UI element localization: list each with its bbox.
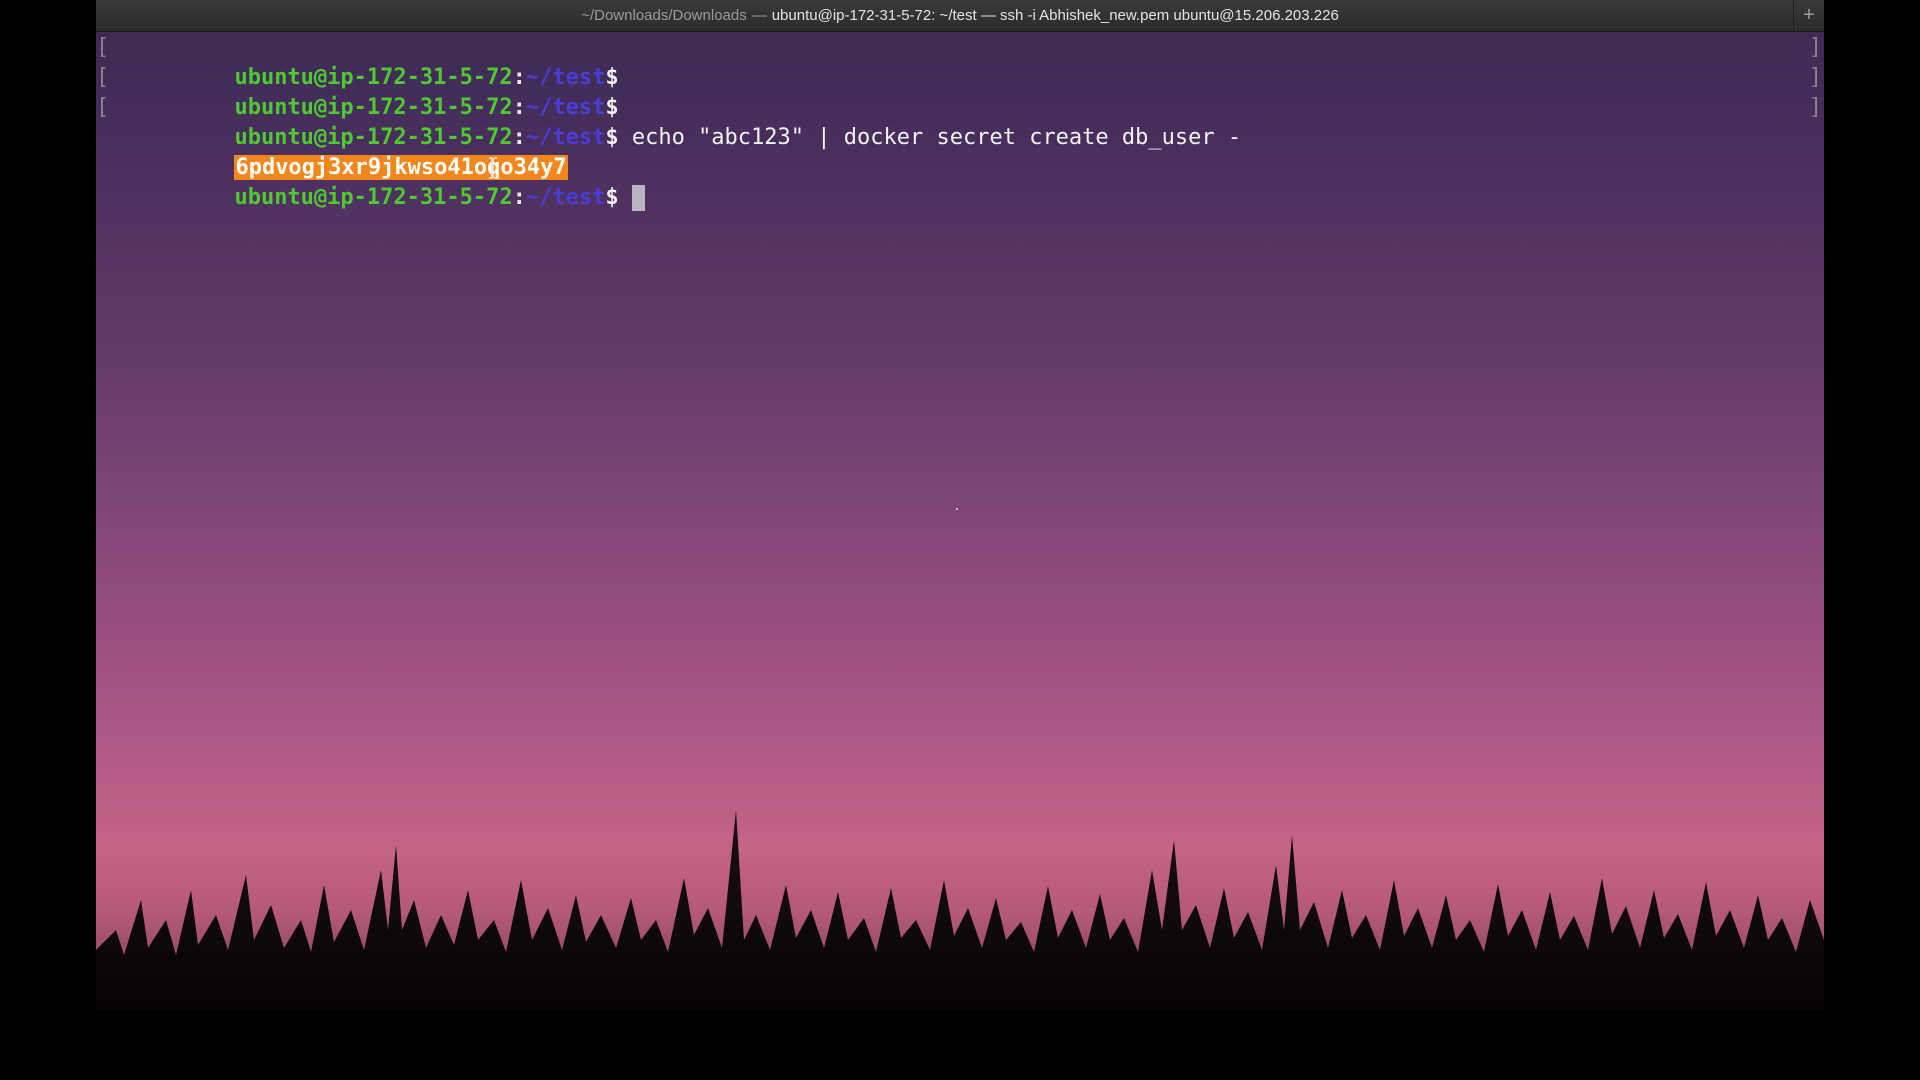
terminal-line-2: [ubuntu@ip-172-31-5-72:~/test$ ] — [96, 63, 1824, 120]
prompt-path: ~/test — [525, 185, 606, 210]
new-tab-button[interactable]: + — [1793, 0, 1824, 31]
prompt-colon: : — [512, 185, 526, 210]
screen: ~/Downloads/Downloads — ubuntu@ip-172-31… — [0, 0, 1920, 1080]
line-mark-left: [ — [96, 95, 110, 120]
line-mark-right: ] — [1808, 35, 1822, 60]
terminal-content[interactable]: [ubuntu@ip-172-31-5-72:~/test$ ] [ubuntu… — [96, 32, 1824, 1080]
ibeam-cursor-icon — [489, 157, 497, 179]
prompt-dollar: $ — [605, 185, 619, 210]
terminal-line-1: [ubuntu@ip-172-31-5-72:~/test$ ] — [96, 33, 1824, 90]
terminal-line-output: 6pdvogj3xr9jkwso41oqo34y7 — [96, 123, 1824, 180]
command-input[interactable] — [619, 185, 632, 210]
grass-silhouette — [96, 810, 1824, 1080]
window-titlebar[interactable]: ~/Downloads/Downloads — ubuntu@ip-172-31… — [96, 0, 1824, 32]
title-separator: — — [751, 7, 767, 24]
line-mark-left: [ — [96, 65, 110, 90]
terminal-lines: [ubuntu@ip-172-31-5-72:~/test$ ] [ubuntu… — [96, 33, 1824, 211]
prompt-user: ubuntu@ip-172-31-5-72 — [234, 185, 513, 210]
terminal-line-3: [ubuntu@ip-172-31-5-72:~/test$ echo "abc… — [96, 93, 1824, 150]
title-directory: ~/Downloads/Downloads — [581, 7, 747, 24]
text-cursor — [631, 185, 645, 211]
title-session: ubuntu@ip-172-31-5-72: ~/test — ssh -i A… — [771, 7, 1339, 24]
plus-icon: + — [1803, 4, 1815, 26]
line-mark-right: ] — [1808, 95, 1822, 120]
star — [956, 508, 958, 510]
terminal-line-active: ubuntu@ip-172-31-5-72:~/test$ — [96, 153, 1824, 211]
line-mark-left: [ — [96, 35, 110, 60]
terminal-window: ~/Downloads/Downloads — ubuntu@ip-172-31… — [96, 0, 1824, 1080]
line-mark-right: ] — [1808, 65, 1822, 90]
